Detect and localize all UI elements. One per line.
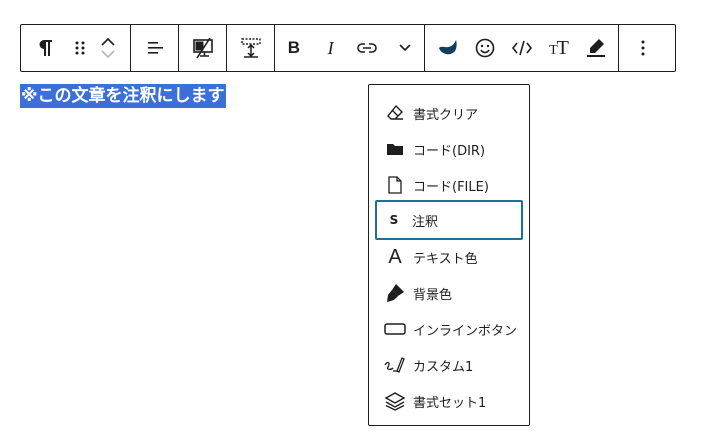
menu-item-annotation[interactable]: S 注釈 — [375, 200, 523, 240]
block-controls-group — [21, 25, 131, 71]
selected-paragraph-text[interactable]: ※この文章を注釈にします — [20, 84, 226, 108]
menu-item-clear-format[interactable]: 書式クリア — [376, 93, 524, 133]
block-toolbar: B I TT — [20, 24, 676, 72]
chevron-up-icon[interactable] — [101, 37, 115, 46]
menu-item-code-dir[interactable]: コード(DIR) — [376, 129, 524, 169]
menu-item-label: 注釈 — [412, 214, 439, 230]
drag-handle-icon — [75, 41, 85, 55]
menu-item-label: 書式クリア — [413, 107, 479, 123]
file-icon — [384, 174, 406, 196]
device-visibility-button[interactable] — [179, 25, 226, 71]
emoji-button[interactable] — [469, 25, 501, 71]
menu-item-label: コード(DIR) — [413, 143, 486, 159]
align-left-icon — [147, 42, 163, 54]
drag-handle[interactable] — [69, 25, 91, 71]
align-button[interactable] — [131, 25, 178, 71]
more-vertical-icon — [641, 40, 645, 56]
align-group — [131, 25, 179, 71]
menu-item-code-file[interactable]: コード(FILE) — [376, 165, 524, 205]
menu-item-label: カスタム1 — [413, 359, 474, 375]
highlight-button[interactable] — [580, 25, 612, 71]
paragraph-block-button[interactable] — [21, 25, 69, 71]
vertical-spacing-icon — [240, 38, 261, 58]
button-icon — [384, 318, 406, 340]
highlighter-plugin-button[interactable] — [432, 25, 464, 71]
menu-item-label: 書式セット1 — [413, 395, 487, 411]
font-size-button[interactable]: TT — [543, 25, 575, 71]
menu-item-custom-1[interactable]: カスタム1 — [376, 345, 524, 385]
smiley-icon — [475, 38, 494, 58]
paragraph-icon — [39, 40, 52, 56]
options-group — [619, 25, 667, 71]
bold-button[interactable]: B — [275, 25, 313, 71]
chevron-down-icon — [399, 44, 411, 52]
chevron-down-icon[interactable] — [101, 50, 115, 59]
menu-item-label: インラインボタン — [413, 323, 518, 339]
menu-item-background-color[interactable]: 背景色 — [376, 273, 524, 313]
spacing-group — [227, 25, 275, 71]
swallow-logo-icon — [438, 40, 457, 55]
text-size-icon: TT — [549, 36, 569, 59]
format-dropdown-menu: 書式クリア コード(DIR) コード(FILE) S 注釈 A テキスト色 背景… — [368, 84, 530, 426]
code-button[interactable] — [506, 25, 538, 71]
text-color-icon: A — [384, 246, 406, 268]
format-group: B I — [275, 25, 425, 71]
italic-button[interactable]: I — [313, 25, 349, 71]
spacing-button[interactable] — [227, 25, 274, 71]
s-icon-glyph: S — [389, 213, 399, 227]
extended-format-group: TT — [425, 25, 619, 71]
menu-item-label: テキスト色 — [413, 251, 478, 267]
menu-item-text-color[interactable]: A テキスト色 — [376, 237, 524, 277]
link-icon — [357, 43, 378, 53]
menu-item-label: 背景色 — [413, 287, 453, 303]
move-buttons — [91, 25, 125, 71]
eraser-icon — [384, 102, 406, 124]
layers-icon — [384, 390, 406, 412]
bold-label: B — [287, 38, 301, 57]
link-button[interactable] — [349, 25, 387, 71]
text-color-glyph: A — [388, 245, 402, 268]
hide-on-device-icon — [192, 37, 213, 59]
visibility-group — [179, 25, 227, 71]
options-button[interactable] — [619, 25, 667, 71]
code-icon — [511, 40, 532, 56]
menu-item-format-set-1[interactable]: 書式セット1 — [376, 381, 524, 421]
more-formats-button[interactable] — [386, 25, 424, 71]
menu-item-inline-button[interactable]: インラインボタン — [376, 309, 524, 349]
folder-icon — [384, 138, 406, 160]
highlighter-icon — [586, 39, 605, 57]
pen-signature-icon — [384, 354, 406, 376]
italic-label: I — [327, 37, 334, 58]
menu-item-label: コード(FILE) — [413, 179, 489, 195]
paint-brush-icon — [384, 282, 406, 304]
s-icon: S — [383, 209, 405, 231]
